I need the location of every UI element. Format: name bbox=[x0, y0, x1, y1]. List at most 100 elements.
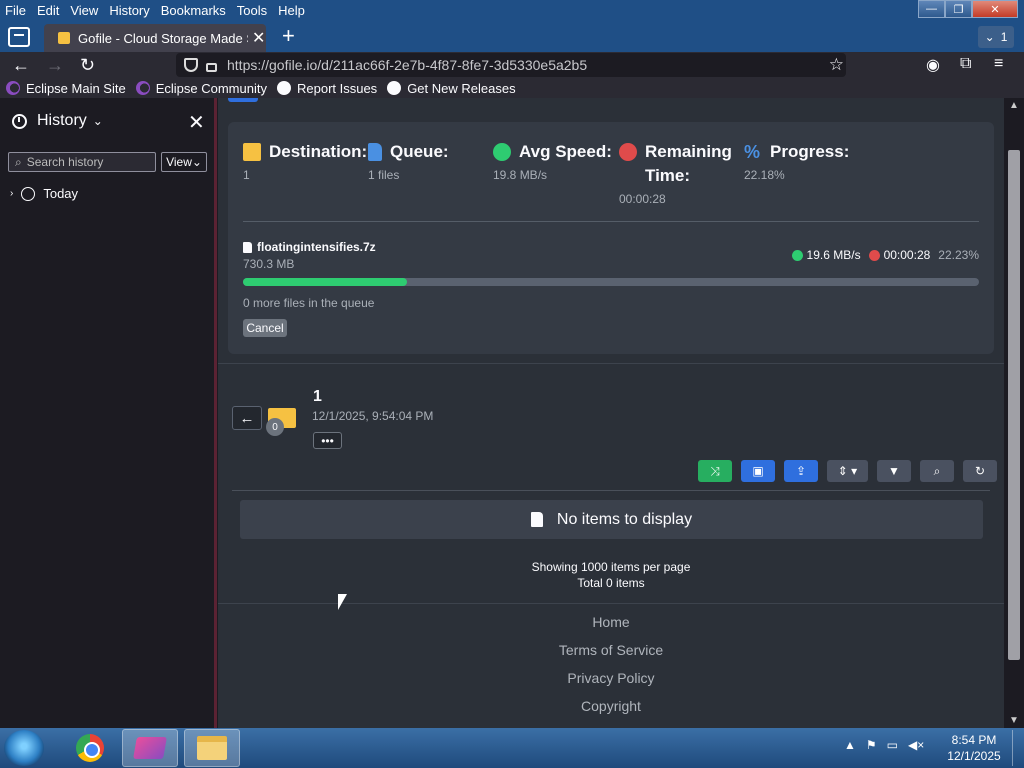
clipped-button[interactable] bbox=[228, 98, 258, 102]
filter-icon: ▼ bbox=[888, 464, 900, 478]
stat-destination: Destination: 1 bbox=[243, 140, 367, 182]
bookmark-get-new-releases[interactable]: Get New Releases bbox=[387, 81, 516, 96]
taskbar-eclipse-browser[interactable] bbox=[122, 729, 178, 767]
filter-button[interactable]: ▼ bbox=[877, 460, 911, 482]
footer-link-terms[interactable]: Terms of Service bbox=[218, 642, 1004, 658]
network-icon[interactable]: ▭ bbox=[887, 738, 898, 752]
folder-plus-icon: ▣ bbox=[752, 464, 764, 478]
empty-state: No items to display bbox=[240, 500, 983, 539]
list-all-tabs-button[interactable]: ⌄ 1 bbox=[978, 26, 1014, 48]
progress-bar bbox=[243, 278, 979, 286]
hamburger-menu-icon[interactable]: ≡ bbox=[994, 55, 1003, 73]
search-button[interactable]: ⌕ bbox=[920, 460, 954, 482]
group-label: Today bbox=[43, 186, 79, 201]
clock-icon bbox=[619, 143, 637, 161]
menu-view[interactable]: View bbox=[65, 3, 104, 18]
restore-button[interactable]: ❐ bbox=[945, 0, 972, 18]
cancel-button[interactable]: Cancel bbox=[243, 319, 287, 337]
file-excel-icon bbox=[530, 512, 543, 527]
item-count-badge: 0 bbox=[266, 418, 284, 436]
volume-muted-icon[interactable]: ◀× bbox=[908, 738, 924, 752]
menu-file[interactable]: File bbox=[0, 3, 32, 18]
share-button[interactable]: ⤨ bbox=[698, 460, 732, 482]
clock-icon bbox=[21, 186, 36, 201]
total-items-text: Total 0 items bbox=[577, 576, 645, 590]
twisty-icon[interactable]: › bbox=[10, 188, 13, 199]
stat-remaining-time: Remaining Time: 00:00:28 bbox=[619, 140, 732, 206]
start-button[interactable] bbox=[4, 730, 44, 766]
divider bbox=[232, 490, 990, 491]
history-search-box[interactable]: ⌕ bbox=[8, 152, 156, 172]
stat-progress: % Progress: 22.18% bbox=[744, 140, 849, 182]
close-tab-icon[interactable]: ✕ bbox=[252, 28, 265, 48]
stat-label: Destination: bbox=[269, 142, 368, 161]
reload-icon[interactable]: ↻ bbox=[80, 54, 95, 76]
new-tab-button[interactable]: + bbox=[282, 25, 295, 47]
firefox-view-icon[interactable] bbox=[8, 27, 30, 47]
sort-button[interactable]: ⇕ ▾ bbox=[827, 460, 868, 482]
lock-icon[interactable] bbox=[206, 62, 217, 72]
action-center-icon[interactable]: ⚑ bbox=[866, 738, 877, 752]
stat-label: Progress: bbox=[770, 142, 850, 161]
footer-link-home[interactable]: Home bbox=[218, 614, 1004, 630]
back-button[interactable]: ← bbox=[232, 406, 262, 430]
menu-history[interactable]: History bbox=[104, 3, 155, 18]
footer-link-privacy[interactable]: Privacy Policy bbox=[218, 670, 1004, 686]
show-hidden-icons-icon[interactable]: ▲ bbox=[844, 738, 856, 752]
back-arrow-icon[interactable]: ← bbox=[12, 54, 30, 76]
tracking-shield-icon[interactable] bbox=[184, 58, 198, 72]
items-per-page-text: Showing 1000 items per page bbox=[531, 560, 691, 574]
upload-button[interactable]: ⇪ bbox=[784, 460, 818, 482]
account-icon[interactable]: ◉ bbox=[926, 55, 940, 75]
bookmark-eclipse-community[interactable]: Eclipse Community bbox=[135, 81, 267, 96]
taskbar-clock[interactable]: 8:54 PM 12/1/2025 bbox=[940, 732, 1008, 764]
scroll-up-icon[interactable]: ▲ bbox=[1009, 100, 1019, 111]
search-history-input[interactable] bbox=[26, 155, 147, 169]
progress-fill bbox=[243, 278, 407, 286]
empty-state-text: No items to display bbox=[556, 510, 693, 528]
page-scrollbar[interactable]: ▲ ▼ bbox=[1004, 98, 1024, 728]
chrome-icon bbox=[76, 734, 104, 762]
url-bar[interactable]: https://gofile.io/d/211ac66f-2e7b-4f87-8… bbox=[176, 53, 846, 77]
extensions-icon[interactable]: ⧉ bbox=[960, 55, 971, 73]
footer-link-copyright[interactable]: Copyright bbox=[218, 698, 1004, 714]
taskbar: ▲ ⚑ ▭ ◀× 8:54 PM 12/1/2025 bbox=[0, 728, 1024, 768]
scrollbar-thumb[interactable] bbox=[1008, 150, 1020, 660]
tab-title: Gofile - Cloud Storage Made Sir bbox=[78, 30, 248, 46]
close-sidebar-icon[interactable]: ✕ bbox=[188, 110, 205, 135]
menu-help[interactable]: Help bbox=[273, 3, 311, 18]
menu-edit[interactable]: Edit bbox=[32, 3, 65, 18]
folder-icon bbox=[197, 736, 227, 760]
show-desktop-button[interactable] bbox=[1012, 730, 1022, 766]
clock-date: 12/1/2025 bbox=[947, 749, 1001, 763]
github-icon bbox=[276, 81, 291, 95]
forward-arrow-icon[interactable]: → bbox=[46, 54, 64, 76]
minimize-button[interactable]: — bbox=[918, 0, 945, 18]
history-group-today[interactable]: › Today bbox=[10, 186, 78, 201]
tab-gofile[interactable]: Gofile - Cloud Storage Made Sir ✕ bbox=[44, 24, 266, 52]
new-folder-button[interactable]: ▣ bbox=[741, 460, 775, 482]
scroll-down-icon[interactable]: ▼ bbox=[1009, 715, 1019, 726]
bookmark-eclipse-main[interactable]: Eclipse Main Site bbox=[6, 81, 126, 96]
upload-icon: ⇪ bbox=[795, 464, 807, 478]
view-menu-button[interactable]: View ⌄ bbox=[161, 152, 207, 172]
more-options-button[interactable]: ••• bbox=[313, 432, 342, 449]
close-window-button[interactable]: ✕ bbox=[972, 0, 1018, 18]
stat-label: Queue: bbox=[390, 142, 449, 161]
file-icon bbox=[368, 143, 382, 161]
taskbar-chrome[interactable] bbox=[62, 729, 118, 767]
menu-tools[interactable]: Tools bbox=[232, 3, 273, 18]
eclipse-icon bbox=[6, 81, 20, 95]
bookmark-report-issues[interactable]: Report Issues bbox=[276, 81, 377, 96]
sidebar-splitter[interactable] bbox=[214, 98, 217, 728]
url-text[interactable]: https://gofile.io/d/211ac66f-2e7b-4f87-8… bbox=[227, 57, 587, 73]
taskbar-explorer[interactable] bbox=[184, 729, 240, 767]
system-tray: ▲ ⚑ ▭ ◀× bbox=[844, 738, 924, 752]
refresh-button[interactable]: ↻ bbox=[963, 460, 997, 482]
folder-toolbar: ⤨ ▣ ⇪ ⇕ ▾ ▼ ⌕ ↻ bbox=[698, 460, 997, 482]
share-icon: ⤨ bbox=[710, 463, 720, 478]
bookmarks-toolbar: Eclipse Main Site Eclipse Community Repo… bbox=[0, 78, 1024, 98]
menu-bookmarks[interactable]: Bookmarks bbox=[156, 3, 232, 18]
bookmark-star-icon[interactable]: ☆ bbox=[829, 55, 844, 75]
sidebar-switcher[interactable]: History ⌄ bbox=[12, 112, 103, 130]
